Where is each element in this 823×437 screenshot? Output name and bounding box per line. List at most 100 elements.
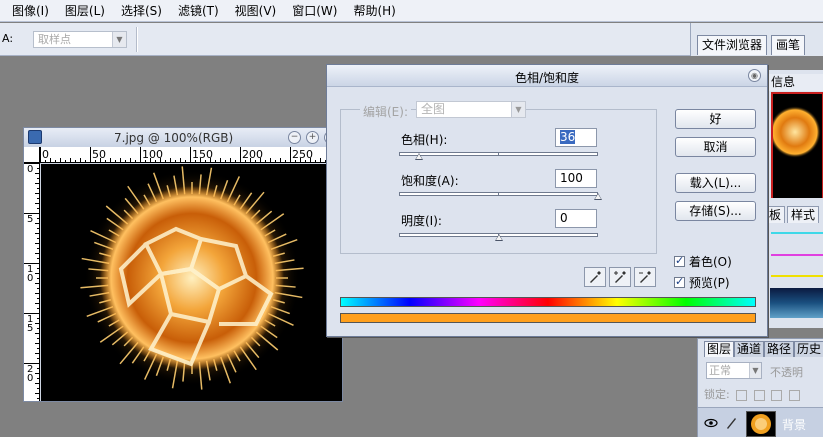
- dialog-titlebar[interactable]: 色相/饱和度 ◉: [327, 65, 767, 87]
- preview-checkbox[interactable]: 预览(P): [674, 274, 730, 291]
- output-color-bar: [340, 313, 756, 323]
- ok-button[interactable]: 好: [675, 109, 756, 129]
- eyedropper-button[interactable]: [584, 267, 606, 287]
- eyedropper-subtract-button[interactable]: [634, 267, 656, 287]
- cancel-button[interactable]: 取消: [675, 137, 756, 157]
- menu-filter[interactable]: 滤镜(T): [170, 0, 227, 22]
- navigator-palette: 信息: [768, 70, 823, 234]
- swatch-yellow[interactable]: [771, 275, 823, 277]
- lightness-slider-thumb[interactable]: [494, 234, 503, 241]
- hue-input[interactable]: 36: [555, 128, 597, 147]
- image-canvas[interactable]: [41, 164, 342, 401]
- tab-paths[interactable]: 路径: [764, 341, 795, 357]
- tab-channels[interactable]: 通道: [734, 341, 765, 357]
- chevron-down-icon: ▼: [749, 363, 761, 378]
- sample-select[interactable]: 取样点 ▼: [33, 31, 127, 48]
- hue-slider-track[interactable]: [399, 152, 598, 156]
- menu-window[interactable]: 窗口(W): [284, 0, 345, 22]
- saturation-slider-thumb[interactable]: [594, 193, 602, 200]
- slider-center-tick: [498, 153, 499, 155]
- document-window: 7.jpg @ 100%(RGB) − + × 0 50 100 150 200…: [23, 127, 343, 402]
- saturation-label: 饱和度(A):: [401, 174, 459, 188]
- hue-label: 色相(H):: [401, 133, 448, 147]
- ruler-origin[interactable]: [24, 147, 40, 163]
- hue-value: 36: [560, 130, 576, 144]
- lightness-value: 0: [560, 211, 568, 225]
- tab-styles[interactable]: 样式: [787, 206, 820, 223]
- lightness-input[interactable]: 0: [555, 209, 597, 228]
- layers-tabs: 图层 通道 路径 历史: [704, 341, 823, 357]
- tab-file-browser[interactable]: 文件浏览器: [697, 35, 768, 55]
- ruler-label: 0: [27, 164, 34, 175]
- edit-range-select[interactable]: 全图 ▼: [416, 101, 526, 118]
- tab-info[interactable]: 信息: [769, 74, 823, 91]
- menu-view[interactable]: 视图(V): [227, 0, 285, 22]
- swatch-magenta[interactable]: [771, 254, 823, 256]
- tab-brushes[interactable]: 画笔: [771, 35, 806, 55]
- opacity-label: 不透明: [770, 366, 803, 379]
- menu-layer[interactable]: 图层(L): [57, 0, 113, 22]
- layer-thumbnail: [746, 411, 776, 437]
- tab-layers[interactable]: 图层: [704, 341, 735, 357]
- hue-saturation-dialog: 色相/饱和度 ◉ 编辑(E): 全图 ▼ 色相(H): 36 饱和度(A): 1…: [326, 64, 768, 337]
- saturation-input[interactable]: 100: [555, 169, 597, 188]
- menu-image[interactable]: 图像(I): [4, 0, 57, 22]
- lock-transparency-icon[interactable]: [736, 389, 748, 401]
- colorize-checkbox[interactable]: 着色(O): [674, 253, 732, 270]
- swatch-cyan[interactable]: [771, 232, 823, 234]
- ruler-label: 200: [242, 148, 263, 161]
- lock-all-icon[interactable]: [788, 389, 800, 401]
- document-titlebar[interactable]: 7.jpg @ 100%(RGB) − + ×: [24, 128, 342, 147]
- tab-swatches[interactable]: 板: [765, 206, 786, 223]
- ruler-label: 50: [92, 148, 106, 161]
- preview-label: 预览(P): [689, 276, 730, 290]
- horizontal-ruler[interactable]: 0 50 100 150 200 250: [40, 147, 342, 163]
- ruler-label: 10: [27, 264, 34, 284]
- eyedropper-icon: [590, 271, 601, 283]
- style-preview[interactable]: [770, 288, 823, 318]
- layers-palette: 图层 通道 路径 历史 正常 ▼ 不透明 锁定: 背景: [697, 338, 823, 437]
- tab-history[interactable]: 历史: [794, 341, 823, 357]
- maximize-icon[interactable]: +: [306, 131, 319, 144]
- eyedropper-plus-icon: [614, 271, 626, 283]
- dialog-title: 色相/饱和度: [514, 71, 580, 85]
- slider-center-tick: [498, 193, 499, 195]
- eyedropper-minus-icon: [639, 271, 651, 283]
- menu-help[interactable]: 帮助(H): [345, 0, 403, 22]
- sample-select-value: 取样点: [38, 33, 71, 46]
- ruler-label: 100: [142, 148, 163, 161]
- lock-pixels-icon[interactable]: [753, 389, 765, 401]
- options-label: A:: [2, 32, 14, 45]
- layer-row[interactable]: 背景: [698, 407, 823, 437]
- eye-icon[interactable]: [704, 416, 718, 430]
- ruler-label: 0: [42, 148, 49, 161]
- blend-mode-select[interactable]: 正常 ▼: [706, 362, 762, 379]
- lock-label: 锁定:: [704, 388, 730, 401]
- ruler-label: 15: [27, 314, 34, 334]
- ruler-label: 20: [27, 364, 34, 384]
- ruler-label: 250: [292, 148, 313, 161]
- checkbox-checked-icon: [674, 275, 685, 288]
- ruler-label: 150: [192, 148, 213, 161]
- hue-slider-thumb[interactable]: [414, 153, 423, 160]
- minimize-icon[interactable]: −: [288, 131, 301, 144]
- vertical-ruler[interactable]: 0 5 10 15 20: [24, 163, 40, 401]
- eyedropper-add-button[interactable]: [609, 267, 631, 287]
- lightness-label: 明度(I):: [401, 214, 442, 228]
- menu-bar: 图像(I) 图层(L) 选择(S) 滤镜(T) 视图(V) 窗口(W) 帮助(H…: [0, 0, 823, 22]
- menu-select[interactable]: 选择(S): [113, 0, 170, 22]
- options-divider: [136, 27, 138, 52]
- load-button[interactable]: 载入(L)...: [675, 173, 756, 193]
- document-title: 7.jpg @ 100%(RGB): [114, 131, 234, 145]
- chevron-down-icon: ▼: [112, 32, 126, 47]
- brush-icon: [727, 418, 736, 429]
- close-icon[interactable]: ◉: [748, 69, 761, 82]
- lock-position-icon[interactable]: [771, 389, 783, 401]
- palette-well: 文件浏览器 画笔: [690, 23, 823, 56]
- saturation-value: 100: [560, 171, 583, 185]
- saturation-slider-track[interactable]: [399, 192, 598, 196]
- checkbox-checked-icon: [674, 254, 685, 267]
- save-button[interactable]: 存储(S)...: [675, 201, 756, 221]
- blend-mode-value: 正常: [709, 364, 731, 377]
- input-spectrum-bar: [340, 297, 756, 307]
